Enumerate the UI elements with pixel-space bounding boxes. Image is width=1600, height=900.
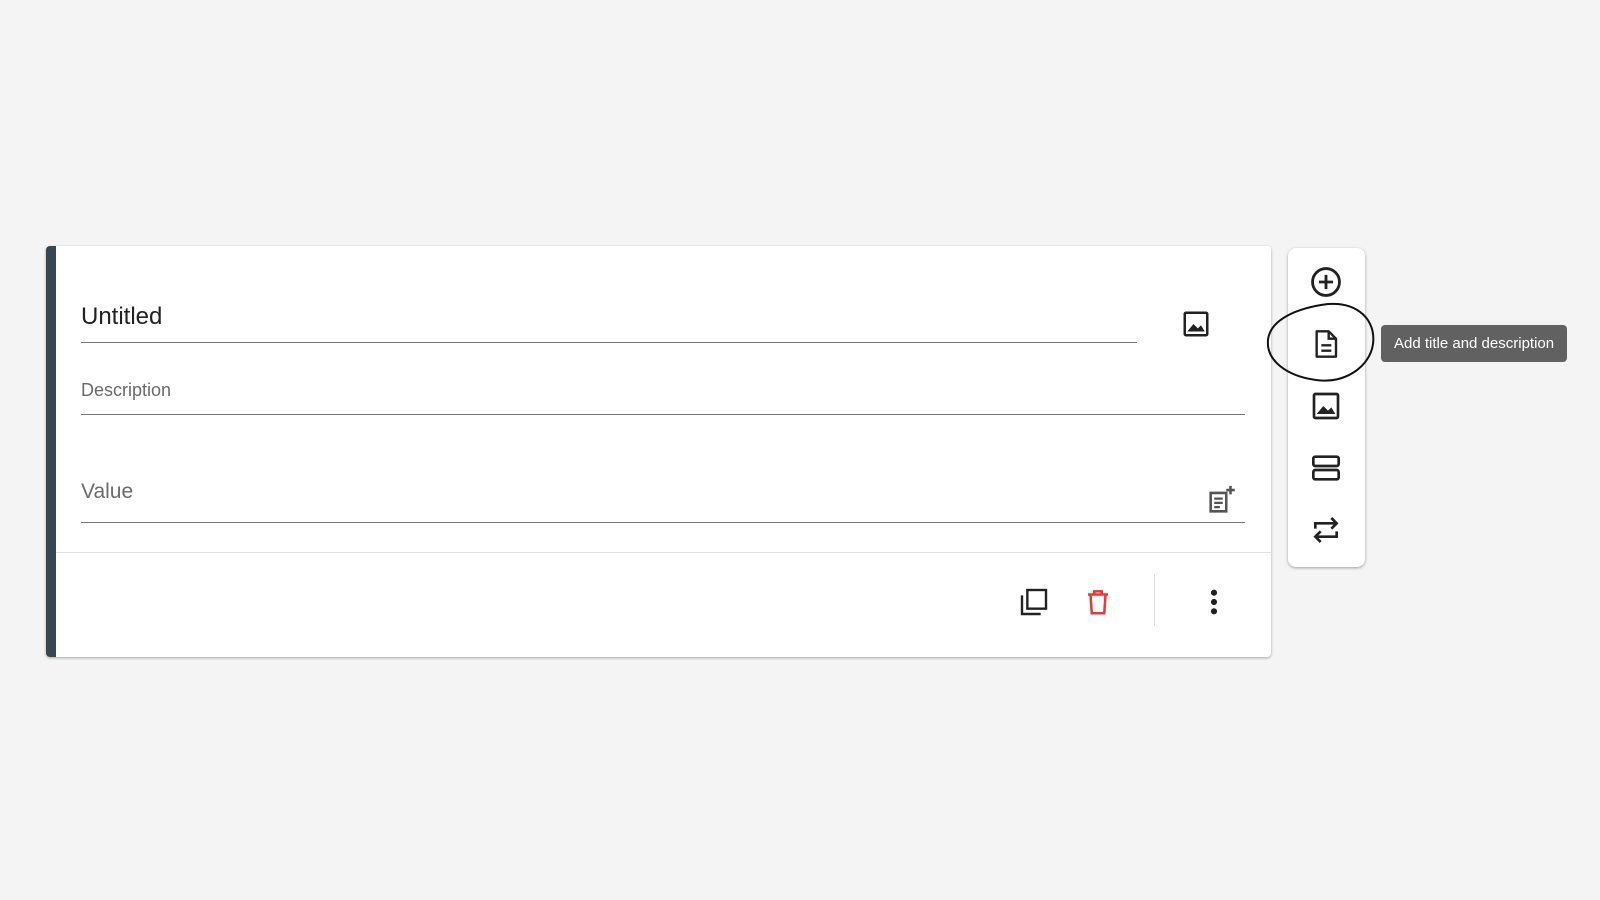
side-toolbar <box>1288 248 1365 567</box>
form-card: Untitled Description Value <box>46 246 1271 657</box>
copy-button[interactable] <box>1012 580 1056 624</box>
more-options-button[interactable] <box>1192 580 1236 624</box>
image-icon <box>1312 392 1340 420</box>
more-vertical-icon <box>1210 589 1218 615</box>
image-icon <box>1183 311 1209 337</box>
trash-icon <box>1088 590 1108 615</box>
delete-button[interactable] <box>1076 580 1120 624</box>
swap-icon <box>1313 517 1339 543</box>
add-circle-icon <box>1311 267 1341 297</box>
add-question-button[interactable] <box>1304 260 1348 304</box>
add-image-button[interactable] <box>1304 384 1348 428</box>
value-add-button[interactable] <box>1202 480 1242 520</box>
description-field[interactable]: Description <box>81 370 1245 415</box>
copy-icon <box>1020 588 1048 616</box>
section-icon <box>1312 455 1340 481</box>
footer-divider <box>56 552 1271 553</box>
add-title-description-button[interactable] <box>1304 322 1348 366</box>
tooltip: Add title and description <box>1381 325 1568 362</box>
title-image-button[interactable] <box>1176 304 1216 344</box>
document-icon <box>1315 330 1338 358</box>
add-note-icon <box>1209 485 1235 513</box>
title-field[interactable]: Untitled <box>81 291 1137 343</box>
card-accent-bar <box>46 246 56 657</box>
import-button[interactable] <box>1304 508 1348 552</box>
value-field[interactable]: Value <box>81 468 1245 523</box>
footer-separator <box>1154 574 1155 626</box>
add-section-button[interactable] <box>1304 446 1348 490</box>
